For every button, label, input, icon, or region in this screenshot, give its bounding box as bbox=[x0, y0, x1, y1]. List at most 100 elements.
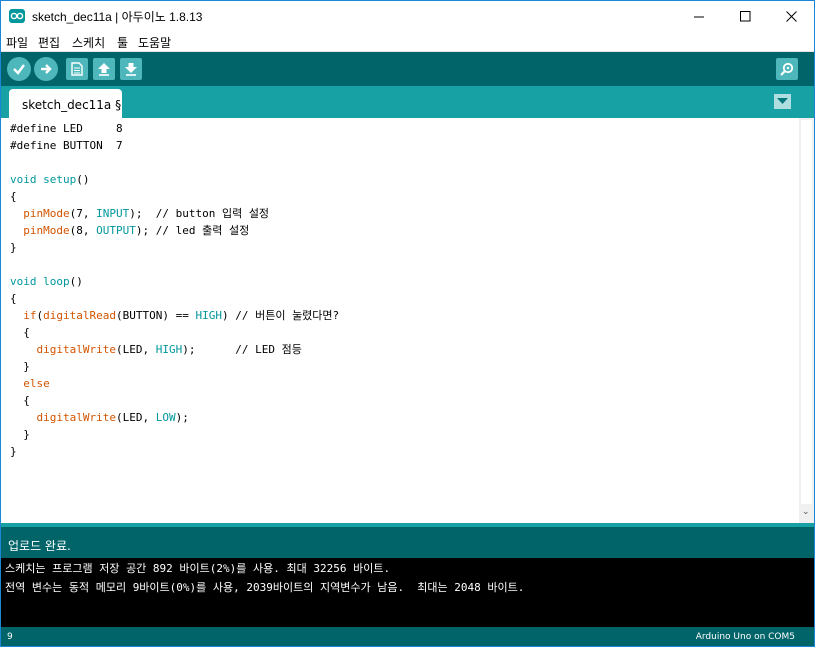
code-token: ); bbox=[175, 411, 189, 424]
verify-button[interactable] bbox=[7, 57, 31, 81]
code-line: } bbox=[10, 443, 17, 460]
code-token: LOW bbox=[155, 411, 176, 424]
minimize-icon bbox=[693, 16, 704, 17]
code-line: digitalWrite(LED, HIGH); // LED 점등 bbox=[10, 341, 302, 358]
tab-row: sketch_dec11a § bbox=[1, 86, 814, 118]
new-button[interactable] bbox=[66, 58, 88, 80]
menu-tools[interactable]: 툴 bbox=[117, 34, 128, 51]
status-message: 업로드 완료. bbox=[8, 539, 71, 553]
footer-bar: 9 Arduino Uno on COM5 bbox=[1, 627, 814, 646]
close-button[interactable] bbox=[768, 1, 814, 31]
code-token: } bbox=[10, 241, 17, 254]
code-token: } bbox=[10, 360, 30, 373]
code-token: #define LED 8 bbox=[10, 122, 123, 135]
code-line: } bbox=[10, 239, 17, 256]
tab-menu-button[interactable] bbox=[774, 94, 791, 109]
save-icon bbox=[125, 63, 137, 76]
menu-edit[interactable]: 편집 bbox=[38, 34, 60, 51]
code-token: digitalRead bbox=[43, 309, 116, 322]
serial-monitor-button[interactable] bbox=[776, 58, 798, 80]
console-line: 전역 변수는 동적 메모리 9바이트(0%)를 사용, 2039바이트의 지역변… bbox=[5, 581, 525, 594]
code-token: } bbox=[10, 445, 17, 458]
toolbar bbox=[1, 52, 814, 86]
code-token: digitalWrite bbox=[36, 411, 116, 424]
code-token: HIGH bbox=[155, 343, 183, 356]
code-token: } bbox=[10, 428, 30, 441]
line-number: 9 bbox=[7, 632, 13, 642]
code-token: if bbox=[23, 309, 37, 322]
code-token: digitalWrite bbox=[36, 343, 116, 356]
title-bar: sketch_dec11a | 아두이노 1.8.13 bbox=[1, 1, 814, 31]
upload-button[interactable] bbox=[34, 57, 58, 81]
tab-sketch[interactable]: sketch_dec11a § bbox=[9, 89, 122, 118]
menu-help[interactable]: 도움말 bbox=[138, 34, 171, 51]
code-token: HIGH bbox=[195, 309, 222, 322]
console-line: 스케치는 프로그램 저장 공간 892 바이트(2%)를 사용. 최대 3225… bbox=[5, 562, 391, 575]
code-line: digitalWrite(LED, LOW); bbox=[10, 409, 189, 426]
menu-file[interactable]: 파일 bbox=[6, 34, 28, 51]
console-output: 스케치는 프로그램 저장 공간 892 바이트(2%)를 사용. 최대 3225… bbox=[1, 558, 814, 627]
code-token: (LED, bbox=[115, 411, 156, 424]
code-token: void bbox=[10, 173, 37, 186]
code-editor[interactable]: #define LED 8 #define BUTTON 7 void setup(… bbox=[1, 118, 799, 523]
editor-scrollbar[interactable]: ⌄ bbox=[799, 118, 814, 523]
menu-bar: 파일 편집 스케치 툴 도움말 bbox=[1, 31, 814, 52]
code-token: () bbox=[76, 173, 90, 186]
arduino-logo-icon bbox=[9, 9, 25, 23]
code-line: void loop() bbox=[10, 273, 83, 290]
chevron-down-icon bbox=[777, 98, 788, 104]
arduino-ide-window: sketch_dec11a | 아두이노 1.8.13 파일 편집 스케치 툴 … bbox=[0, 0, 815, 647]
tab-label: sketch_dec11a § bbox=[22, 98, 122, 112]
save-button[interactable] bbox=[120, 58, 142, 80]
serial-monitor-icon bbox=[780, 62, 794, 76]
board-port-label: Arduino Uno on COM5 bbox=[695, 632, 795, 642]
menu-sketch[interactable]: 스케치 bbox=[72, 34, 105, 51]
code-token: () bbox=[69, 275, 83, 288]
code-token: ); // led 출력 설정 bbox=[135, 224, 250, 237]
maximize-icon bbox=[739, 10, 750, 21]
code-line: { bbox=[10, 392, 30, 409]
open-button[interactable] bbox=[93, 58, 115, 80]
code-token: (8, bbox=[69, 224, 97, 237]
code-token: #define BUTTON 7 bbox=[10, 139, 123, 152]
code-token: else bbox=[23, 377, 50, 390]
minimize-button[interactable] bbox=[676, 1, 722, 31]
code-token: ) // 버튼이 눌렸다면? bbox=[221, 309, 340, 322]
code-token: { bbox=[10, 190, 17, 203]
window-title: sketch_dec11a | 아두이노 1.8.13 bbox=[32, 10, 203, 24]
code-token: OUTPUT bbox=[96, 224, 136, 237]
code-line: pinMode(8, OUTPUT); // led 출력 설정 bbox=[10, 222, 249, 239]
code-line: #define LED 8 bbox=[10, 120, 123, 137]
code-token: pinMode bbox=[23, 224, 70, 237]
code-token: { bbox=[10, 394, 30, 407]
code-token: ); // LED 점등 bbox=[182, 343, 302, 356]
close-icon bbox=[785, 10, 797, 22]
maximize-button[interactable] bbox=[722, 1, 768, 31]
code-line: { bbox=[10, 188, 17, 205]
code-line: void setup() bbox=[10, 171, 90, 188]
code-line: } bbox=[10, 358, 30, 375]
code-line: if(digitalRead(BUTTON) == HIGH) // 버튼이 눌… bbox=[10, 307, 339, 324]
code-token: (BUTTON) == bbox=[115, 309, 196, 322]
code-line: } bbox=[10, 426, 30, 443]
upload-icon bbox=[41, 64, 52, 74]
code-line: else bbox=[10, 375, 50, 392]
code-token: { bbox=[10, 326, 30, 339]
code-token: { bbox=[10, 292, 17, 305]
scroll-down-arrow-icon[interactable]: ⌄ bbox=[802, 507, 810, 517]
scrollbar-thumb[interactable] bbox=[801, 120, 812, 504]
verify-icon bbox=[13, 64, 25, 75]
code-line: { bbox=[10, 324, 30, 341]
code-line: { bbox=[10, 290, 17, 307]
code-token: (7, bbox=[69, 207, 97, 220]
code-line: #define BUTTON 7 bbox=[10, 137, 123, 154]
code-token: (LED, bbox=[115, 343, 156, 356]
code-token: loop bbox=[43, 275, 70, 288]
code-line: pinMode(7, INPUT); // button 입력 설정 bbox=[10, 205, 269, 222]
code-token: INPUT bbox=[96, 207, 130, 220]
